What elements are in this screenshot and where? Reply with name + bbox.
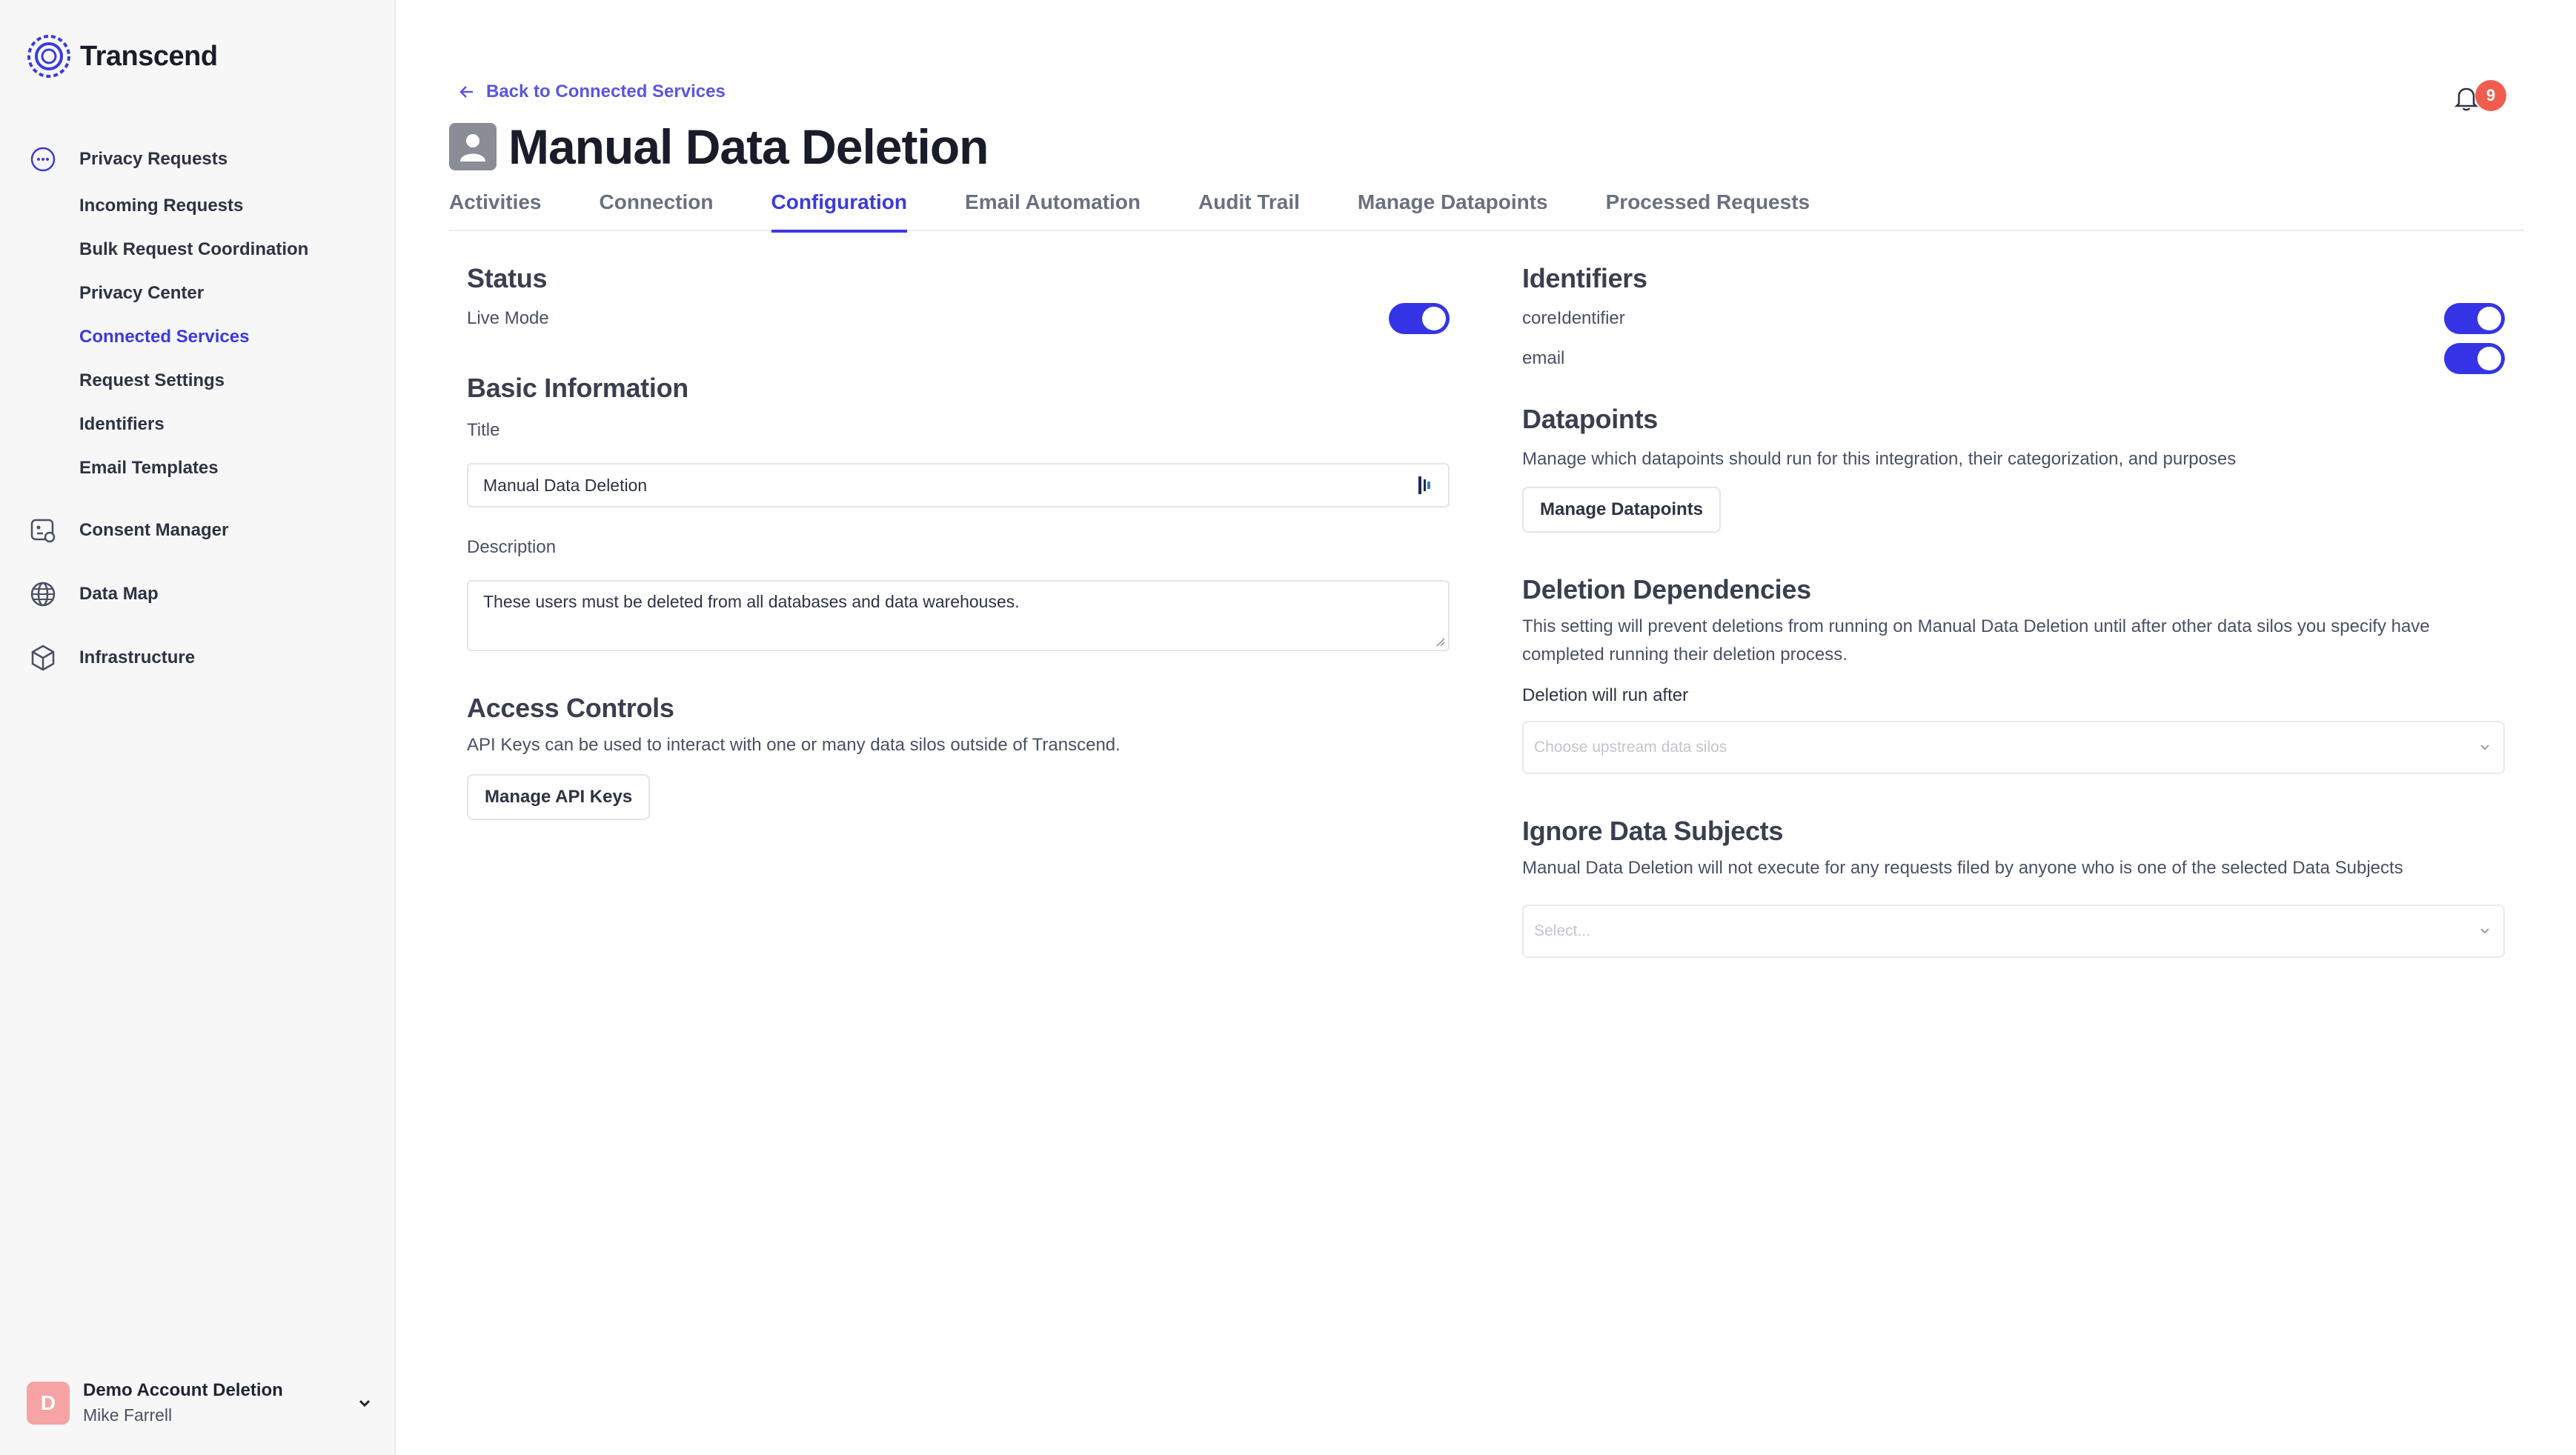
- left-column: Status Live Mode Basic Information Title…: [467, 263, 1450, 820]
- avatar: D: [27, 1381, 70, 1425]
- manage-api-keys-button[interactable]: Manage API Keys: [467, 774, 651, 820]
- description-label: Description: [467, 537, 557, 557]
- resize-handle-icon[interactable]: [1433, 635, 1445, 647]
- sidebar-item-incoming-requests[interactable]: Incoming Requests: [0, 184, 396, 227]
- sidebar-nav: Privacy Requests Incoming Requests Bulk …: [0, 141, 396, 676]
- tab-audit-trail[interactable]: Audit Trail: [1198, 185, 1300, 231]
- back-link[interactable]: Back to Connected Services: [458, 81, 726, 102]
- chat-bubble-icon: [28, 144, 58, 174]
- page-title: Manual Data Deletion: [508, 119, 989, 174]
- sidebar-item-label: Privacy Requests: [79, 149, 228, 169]
- status-title: Status: [467, 263, 548, 293]
- cube-icon: [28, 643, 58, 673]
- identifiers-title: Identifiers: [1522, 263, 1647, 293]
- globe-icon: [28, 579, 58, 609]
- data-subjects-select[interactable]: Select...: [1522, 905, 2505, 958]
- tab-configuration[interactable]: Configuration: [771, 185, 907, 233]
- account-user: Mike Farrell: [83, 1405, 173, 1425]
- live-mode-label: Live Mode: [467, 308, 549, 328]
- identifier-toggle-email[interactable]: [2444, 343, 2505, 374]
- sidebar-item-privacy-center[interactable]: Privacy Center: [0, 271, 396, 315]
- datapoints-title: Datapoints: [1522, 404, 1659, 434]
- sidebar-item-connected-services[interactable]: Connected Services: [0, 315, 396, 359]
- description-value: These users must be deleted from all dat…: [483, 592, 1020, 611]
- back-link-label: Back to Connected Services: [486, 81, 726, 101]
- chevron-down-icon: [2480, 928, 2489, 934]
- live-mode-toggle[interactable]: [1389, 303, 1450, 334]
- title-input[interactable]: Manual Data Deletion: [467, 463, 1450, 507]
- main-content: Back to Connected Services Manual Data D…: [396, 0, 2576, 1455]
- basic-info-title: Basic Information: [467, 373, 688, 403]
- chevron-down-icon: [2480, 745, 2489, 750]
- run-after-label: Deletion will run after: [1522, 685, 1689, 705]
- account-switcher[interactable]: D Demo Account Deletion Mike Farrell: [27, 1380, 375, 1425]
- user-icon: [449, 123, 497, 170]
- page-header: Manual Data Deletion: [449, 119, 989, 175]
- access-controls-help: API Keys can be used to interact with on…: [467, 735, 1121, 755]
- sidebar-item-label: Data Map: [79, 584, 159, 604]
- datapoints-help: Manage which datapoints should run for t…: [1522, 449, 2237, 469]
- description-textarea[interactable]: These users must be deleted from all dat…: [467, 580, 1450, 651]
- sidebar-item-email-templates[interactable]: Email Templates: [0, 446, 396, 490]
- upstream-silos-select[interactable]: Choose upstream data silos: [1522, 721, 2505, 774]
- identifier-toggle-coreidentifier[interactable]: [2444, 303, 2505, 334]
- tab-manage-datapoints[interactable]: Manage Datapoints: [1358, 185, 1548, 231]
- upstream-silos-placeholder: Choose upstream data silos: [1534, 739, 1727, 756]
- sidebar-item-privacy-requests[interactable]: Privacy Requests: [0, 141, 396, 178]
- sidebar-item-infrastructure[interactable]: Infrastructure: [0, 639, 396, 676]
- identifier-label: coreIdentifier: [1522, 308, 1625, 328]
- right-column: Identifiers coreIdentifier email Datapoi…: [1522, 263, 2505, 958]
- sidebar-item-consent-manager[interactable]: Consent Manager: [0, 512, 396, 549]
- title-input-value: Manual Data Deletion: [483, 475, 648, 495]
- tab-bar: Activities Connection Configuration Emai…: [449, 185, 2524, 233]
- sidebar-item-label: Infrastructure: [79, 647, 196, 667]
- app-logo[interactable]: Transcend: [25, 33, 218, 80]
- title-label: Title: [467, 420, 500, 440]
- ignore-data-subjects-help: Manual Data Deletion will not execute fo…: [1522, 858, 2403, 878]
- chevron-down-icon: [359, 1399, 371, 1407]
- sidebar-item-request-settings[interactable]: Request Settings: [0, 359, 396, 402]
- tab-email-automation[interactable]: Email Automation: [965, 185, 1141, 231]
- manage-datapoints-button[interactable]: Manage Datapoints: [1522, 487, 1722, 533]
- access-controls-title: Access Controls: [467, 693, 674, 723]
- app-name: Transcend: [80, 40, 218, 72]
- tab-processed-requests[interactable]: Processed Requests: [1606, 185, 1810, 231]
- sidebar-item-bulk-request-coordination[interactable]: Bulk Request Coordination: [0, 227, 396, 271]
- identifier-label: email: [1522, 348, 1565, 368]
- sidebar: Transcend Privacy Requests Incoming Requ…: [0, 0, 396, 1455]
- arrow-left-icon: [459, 86, 473, 98]
- consent-icon: [28, 516, 58, 545]
- sidebar-item-label: Consent Manager: [79, 520, 229, 540]
- deletion-dependencies-help: This setting will prevent deletions from…: [1522, 616, 2430, 665]
- password-manager-icon[interactable]: [1417, 475, 1433, 496]
- tab-connection[interactable]: Connection: [600, 185, 714, 231]
- deletion-dependencies-title: Deletion Dependencies: [1522, 574, 1811, 605]
- ignore-data-subjects-title: Ignore Data Subjects: [1522, 816, 1784, 846]
- sidebar-item-identifiers[interactable]: Identifiers: [0, 402, 396, 446]
- sidebar-item-data-map[interactable]: Data Map: [0, 576, 396, 613]
- tab-activities[interactable]: Activities: [449, 185, 542, 231]
- account-name: Demo Account Deletion: [83, 1380, 283, 1400]
- notification-badge[interactable]: 9: [2475, 80, 2506, 111]
- transcend-logo-icon: [27, 35, 70, 78]
- data-subjects-placeholder: Select...: [1534, 922, 1590, 939]
